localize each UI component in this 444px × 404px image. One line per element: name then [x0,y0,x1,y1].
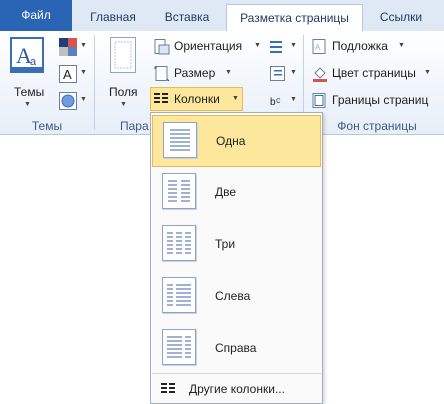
group-label-themes: Темы [31,119,63,133]
paint-bucket-icon [313,67,327,82]
columns-dropdown: Одна Две Три Слева Справа Другие колонки… [150,112,323,404]
svg-text:A: A [315,43,321,52]
columns-option-one[interactable]: Одна [152,115,321,167]
svg-text:A: A [63,67,72,82]
chevron-down-icon: ▼ [80,96,87,103]
columns-option-three[interactable]: Три [152,219,321,271]
orientation-label: Ориентация [174,39,243,53]
columns-option-label: Слева [215,289,251,303]
watermark-icon: A [312,39,326,54]
breaks-icon [270,41,282,53]
group-separator [94,35,95,130]
menu-separator [152,373,321,374]
themes-icon: A a [10,37,44,73]
more-columns-item[interactable]: Другие колонки... [152,377,321,401]
page-borders-button[interactable]: Границы страниц [310,91,444,111]
chevron-down-icon: ▼ [254,42,261,49]
theme-effects-icon [59,92,77,110]
chevron-down-icon: ▼ [424,69,431,76]
columns-left-icon [162,277,196,313]
columns-option-label: Справа [215,341,257,355]
themes-button-label: Темы [14,85,45,99]
columns-icon [154,93,168,103]
chevron-down-icon: ▼ [398,42,405,49]
tab-file[interactable]: Файл [0,0,72,31]
chevron-down-icon: ▼ [80,42,87,49]
margins-icon [110,37,136,73]
hyphenation-button[interactable]: b c ▼ [268,91,298,111]
chevron-down-icon: ▼ [232,95,239,102]
line-numbers-button[interactable]: ▼ [268,64,298,84]
hyphenation-icon: b c [270,95,281,108]
columns-button[interactable]: Колонки ▼ [150,87,243,111]
svg-text:c: c [276,95,281,105]
watermark-button[interactable]: A Подложка ▼ [310,37,410,57]
margins-button-label: Поля [109,85,138,99]
page-color-button[interactable]: Цвет страницы ▼ [310,64,438,84]
ribbon-tabs: Файл Главная Вставка Разметка страницы С… [0,0,444,32]
page-color-label: Цвет страницы [332,66,416,80]
watermark-label: Подложка [332,39,388,53]
chevron-down-icon: ▼ [24,101,31,108]
page-borders-label: Границы страниц [332,93,429,107]
columns-label: Колонки [174,92,220,106]
tab-home[interactable]: Главная [78,4,148,30]
columns-option-label: Три [215,237,236,251]
size-button[interactable]: Размер ▼ [152,64,242,84]
columns-two-icon [162,173,196,209]
margins-button[interactable]: Поля ▼ [104,35,144,111]
breaks-button[interactable]: ▼ [268,37,298,57]
theme-colors-button[interactable]: ▼ [57,37,87,57]
tab-page-layout[interactable]: Разметка страницы [226,4,363,32]
page-borders-icon [312,93,326,108]
svg-text:a: a [30,56,37,68]
tab-insert[interactable]: Вставка [152,4,222,30]
size-icon [154,66,170,82]
chevron-down-icon: ▼ [290,96,297,103]
columns-option-right[interactable]: Справа [152,323,321,375]
columns-icon [161,383,175,393]
theme-colors-icon [59,38,77,56]
chevron-down-icon: ▼ [290,42,297,49]
line-numbers-icon [270,66,285,81]
theme-effects-button[interactable]: ▼ [57,91,87,111]
more-columns-label: Другие колонки... [189,382,285,396]
orientation-icon [154,39,170,55]
chevron-down-icon: ▼ [80,69,87,76]
theme-fonts-icon: A [59,65,77,83]
columns-option-label: Одна [216,134,246,148]
size-label: Размер [174,66,216,80]
group-label-page-background: Фон страницы [337,119,417,133]
chevron-down-icon: ▼ [225,69,232,76]
themes-button[interactable]: A a Темы ▼ [6,35,50,111]
columns-option-two[interactable]: Две [152,167,321,219]
columns-right-icon [162,329,196,365]
columns-three-icon [162,225,196,261]
theme-fonts-button[interactable]: A ▼ [57,64,87,84]
columns-option-label: Две [215,185,237,199]
orientation-button[interactable]: Ориентация ▼ [152,37,264,57]
chevron-down-icon: ▼ [290,69,297,76]
columns-option-left[interactable]: Слева [152,271,321,323]
chevron-down-icon: ▼ [120,101,127,108]
columns-one-icon [163,122,197,158]
tab-references[interactable]: Ссылки [366,4,436,30]
